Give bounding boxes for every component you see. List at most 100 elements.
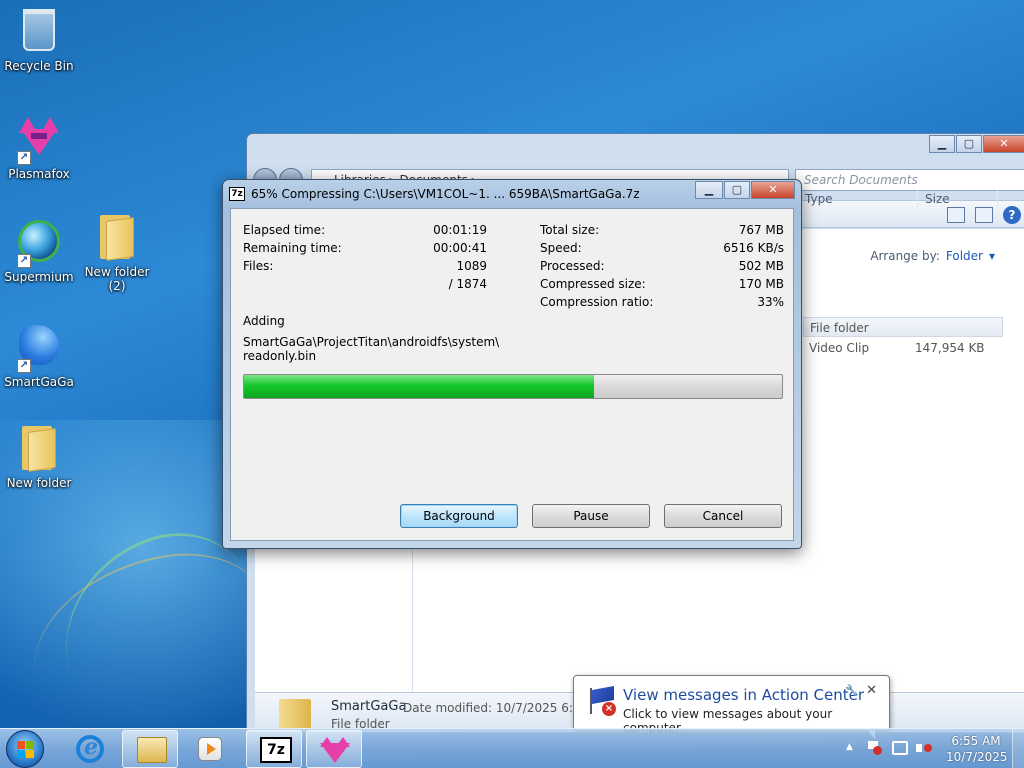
explorer-window-controls: ▁ ▢ ✕ <box>928 135 1024 153</box>
explorer-titlebar[interactable]: ▁ ▢ ✕ <box>247 134 1024 160</box>
folder-icon <box>93 215 141 263</box>
action-center-tray-icon[interactable] <box>868 741 882 755</box>
list-item[interactable]: File folder <box>803 317 1003 337</box>
clock-time: 6:55 AM <box>951 734 1001 748</box>
compressed-size-label: Compressed size: <box>540 277 646 291</box>
dialog-body: Elapsed time: 00:01:19 Remaining time: 0… <box>230 208 794 541</box>
desktop-icon-label: SmartGaGa <box>4 375 74 389</box>
minimize-button[interactable]: ▁ <box>695 181 723 199</box>
current-file-path: SmartGaGa\ProjectTitan\androidfs\system\… <box>243 335 500 363</box>
dialog-window-controls: ▁ ▢ ✕ <box>694 181 795 199</box>
speed-label: Speed: <box>540 241 582 255</box>
dialog-title: 65% Compressing C:\Users\VM1COL~1. ... 6… <box>251 187 640 201</box>
file-size-cell: 147,954 KB <box>915 341 985 355</box>
minimize-button[interactable]: ▁ <box>929 135 955 153</box>
close-button[interactable]: ✕ <box>983 135 1024 153</box>
close-icon[interactable]: ✕ <box>866 683 877 698</box>
7zip-icon: 7z <box>229 187 245 201</box>
shortcut-arrow-icon: ↗ <box>17 254 31 268</box>
taskbar-item-7zip[interactable]: 7z <box>246 730 302 768</box>
taskbar-item-internet-explorer[interactable]: e <box>62 730 118 768</box>
network-icon[interactable] <box>892 741 908 755</box>
taskbar: e 7z ▲ 6:55 AM 10/7/2025 <box>0 728 1024 768</box>
plasmafox-icon <box>320 737 350 763</box>
maximize-button[interactable]: ▢ <box>956 135 982 153</box>
chevron-down-icon: ▾ <box>988 249 995 263</box>
column-headers: Type Size <box>805 190 1024 212</box>
pause-button[interactable]: Pause <box>532 504 650 528</box>
action-center-notification[interactable]: × View messages in Action Center Click t… <box>573 675 890 741</box>
cancel-button[interactable]: Cancel <box>664 504 782 528</box>
plasmafox-icon: ↗ <box>15 117 63 165</box>
processed-label: Processed: <box>540 259 605 273</box>
folder-icon <box>279 699 311 731</box>
taskbar-item-plasmafox[interactable] <box>306 730 362 768</box>
desktop-icon-label: Supermium <box>4 270 74 284</box>
elapsed-time-value: 00:01:19 <box>433 223 487 237</box>
total-size-label: Total size: <box>540 223 600 237</box>
media-player-icon <box>198 737 222 761</box>
desktop-icon-new-folder[interactable]: New folder <box>1 424 77 490</box>
total-size-value: 767 MB <box>738 223 784 237</box>
files-value: 1089 <box>456 259 487 273</box>
desktop-icon-label: Plasmafox <box>8 167 70 181</box>
dialog-titlebar[interactable]: 7z 65% Compressing C:\Users\VM1COL~1. ..… <box>229 184 691 204</box>
files-label: Files: <box>243 259 274 273</box>
arrange-by[interactable]: Arrange by: Folder ▾ <box>870 249 995 263</box>
folder-icon <box>15 426 63 474</box>
background-button[interactable]: Background <box>400 504 518 528</box>
clock[interactable]: 6:55 AM 10/7/2025 <box>946 733 1008 765</box>
column-header-type[interactable]: Type <box>805 192 833 206</box>
compressed-size-value: 170 MB <box>738 277 784 291</box>
show-hidden-icons-icon[interactable]: ▲ <box>846 742 853 752</box>
maximize-button[interactable]: ▢ <box>724 181 750 199</box>
clock-date: 10/7/2025 <box>946 750 1008 764</box>
supermium-icon: ↗ <box>15 220 63 268</box>
search-input[interactable]: Search Documents <box>795 169 1024 191</box>
shortcut-arrow-icon: ↗ <box>17 151 31 165</box>
show-desktop-button[interactable] <box>1012 729 1024 768</box>
progress-fill <box>244 375 594 398</box>
arrange-by-value[interactable]: Folder <box>946 249 983 263</box>
action-center-flag-icon: × <box>586 686 616 716</box>
close-button[interactable]: ✕ <box>751 181 795 199</box>
volume-muted-icon[interactable] <box>916 741 932 755</box>
smartgaga-icon: ↗ <box>15 325 63 373</box>
file-type-cell: File folder <box>810 321 869 335</box>
compression-progress-bar <box>243 374 783 399</box>
remaining-time-value: 00:00:41 <box>433 241 487 255</box>
7zip-icon: 7z <box>260 737 292 763</box>
wrench-icon[interactable]: 🔧 <box>845 684 859 697</box>
elapsed-time-label: Elapsed time: <box>243 223 326 237</box>
details-modified: Date modified: 10/7/2025 6:40 A <box>403 701 601 715</box>
details-name: SmartGaGa <box>331 699 407 714</box>
shortcut-arrow-icon: ↗ <box>17 359 31 373</box>
desktop-icon-label: Recycle Bin <box>4 59 74 73</box>
compress-progress-dialog: 7z 65% Compressing C:\Users\VM1COL~1. ..… <box>222 179 802 549</box>
taskbar-item-windows-explorer[interactable] <box>122 730 178 768</box>
desktop-icon-supermium[interactable]: ↗ Supermium <box>1 217 77 284</box>
system-tray: ▲ 6:55 AM 10/7/2025 <box>840 729 1024 768</box>
desktop-icon-label: New folder (2) <box>84 265 150 293</box>
adding-label: Adding <box>243 314 285 328</box>
desktop-icon-smartgaga[interactable]: ↗ SmartGaGa <box>1 321 77 389</box>
start-button[interactable] <box>6 730 44 768</box>
desktop-icon-recycle-bin[interactable]: Recycle Bin <box>1 6 77 73</box>
notification-title[interactable]: View messages in Action Center <box>623 686 864 704</box>
files-total-value: / 1874 <box>448 277 487 291</box>
remaining-time-label: Remaining time: <box>243 241 342 255</box>
processed-value: 502 MB <box>738 259 784 273</box>
file-type-cell: Video Clip <box>809 341 870 355</box>
internet-explorer-e-glyph: e <box>84 734 98 760</box>
desktop-icon-label: New folder <box>6 476 72 490</box>
compression-ratio-value: 33% <box>757 295 784 309</box>
desktop-icon-new-folder-2[interactable]: New folder (2) <box>79 213 155 293</box>
recycle-bin-icon <box>15 9 63 57</box>
taskbar-item-media-player[interactable] <box>182 730 238 768</box>
arrange-by-label: Arrange by: <box>870 249 940 263</box>
speed-value: 6516 KB/s <box>723 241 784 255</box>
windows-explorer-icon <box>137 737 167 763</box>
desktop-icon-plasmafox[interactable]: ↗ Plasmafox <box>1 113 77 181</box>
column-header-size[interactable]: Size <box>925 192 950 206</box>
compression-ratio-label: Compression ratio: <box>540 295 654 309</box>
